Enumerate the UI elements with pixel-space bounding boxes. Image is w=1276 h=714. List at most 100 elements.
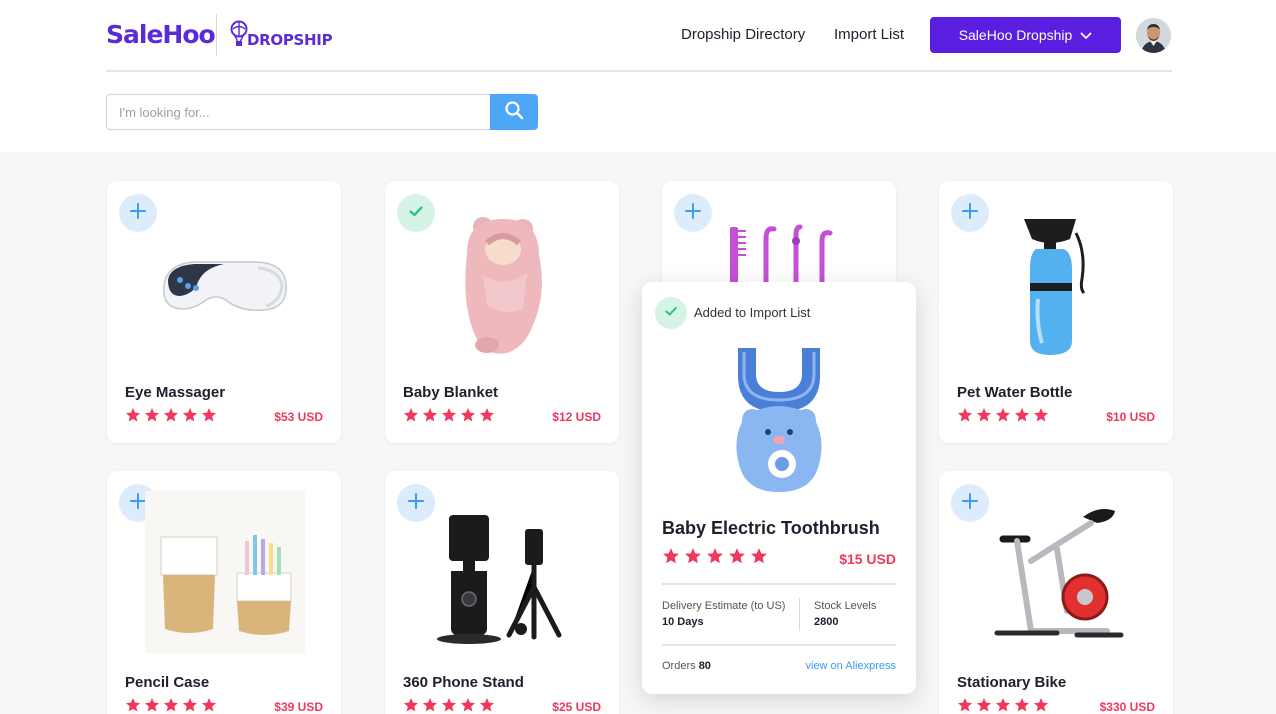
pet-water-bottle-image[interactable] <box>969 211 1143 361</box>
star-icon <box>125 697 141 714</box>
popup-product-price: $15 USD <box>839 551 896 567</box>
product-rating <box>125 407 217 428</box>
product-name[interactable]: Eye Massager <box>125 384 225 401</box>
star-icon <box>976 407 992 428</box>
product-rating <box>403 697 495 714</box>
toothbrush-heads-image[interactable] <box>726 221 846 294</box>
product-price: $330 USD <box>1099 700 1155 714</box>
star-icon <box>144 697 160 714</box>
add-to-import-button[interactable] <box>951 484 989 522</box>
delivery-estimate-label: Delivery Estimate (to US) <box>662 600 786 612</box>
orders-count: Orders 80 <box>662 660 711 672</box>
toothbrush-image[interactable] <box>724 342 834 498</box>
star-icon <box>403 407 419 428</box>
star-icon <box>163 407 179 428</box>
popup-divider <box>662 644 896 646</box>
star-icon <box>182 697 198 714</box>
star-icon <box>125 407 141 428</box>
nav-dropship-directory[interactable]: Dropship Directory <box>681 26 805 43</box>
product-price: $10 USD <box>1106 410 1155 424</box>
product-name[interactable]: Baby Blanket <box>403 384 498 401</box>
star-icon <box>479 697 495 714</box>
baby-blanket-image[interactable] <box>415 211 589 361</box>
product-card[interactable]: Pet Water Bottle $10 USD <box>939 181 1173 443</box>
popup-divider <box>662 583 896 585</box>
star-icon <box>1014 697 1030 714</box>
star-icon <box>479 407 495 428</box>
nav-import-list[interactable]: Import List <box>834 26 904 43</box>
star-icon <box>441 407 457 428</box>
balloon-icon <box>229 20 249 52</box>
star-icon <box>1033 697 1049 714</box>
product-grid: Eye Massager $53 USD Baby Blanket $12 US… <box>0 152 1276 714</box>
eye-massager-image[interactable] <box>137 211 311 361</box>
product-card[interactable]: 360 Phone Stand $25 USD <box>385 471 619 714</box>
star-icon <box>957 697 973 714</box>
star-icon <box>684 547 702 570</box>
plus-icon <box>962 492 978 514</box>
star-icon <box>422 407 438 428</box>
star-icon <box>441 697 457 714</box>
product-name[interactable]: Stationary Bike <box>957 674 1066 691</box>
product-price: $25 USD <box>552 700 601 714</box>
product-card[interactable]: Baby Blanket $12 USD <box>385 181 619 443</box>
product-price: $39 USD <box>274 700 323 714</box>
product-detail-popup[interactable]: Added to Import List Baby Electric Tooth… <box>642 282 916 694</box>
star-icon <box>422 697 438 714</box>
added-check-badge <box>655 297 687 329</box>
star-icon <box>728 547 746 570</box>
account-dropdown-button[interactable]: SaleHoo Dropship <box>930 17 1121 53</box>
star-icon <box>460 407 476 428</box>
product-rating <box>403 407 495 428</box>
product-price: $12 USD <box>552 410 601 424</box>
star-icon <box>201 407 217 428</box>
star-icon <box>995 697 1011 714</box>
product-name[interactable]: Pencil Case <box>125 674 209 691</box>
added-to-import-label: Added to Import List <box>694 305 811 320</box>
star-icon <box>995 407 1011 428</box>
product-card[interactable]: Pencil Case $39 USD <box>107 471 341 714</box>
delivery-estimate-value: 10 Days <box>662 616 704 628</box>
star-icon <box>201 697 217 714</box>
dropship-logo[interactable]: DROPSHIP <box>229 18 333 52</box>
search-bar <box>106 94 538 130</box>
product-rating <box>125 697 217 714</box>
header: SaleHoo DROPSHIP Dropship Directory Impo… <box>0 0 1276 152</box>
search-input[interactable] <box>106 94 491 130</box>
star-icon <box>1033 407 1049 428</box>
product-rating <box>957 697 1049 714</box>
star-icon <box>403 697 419 714</box>
product-price: $53 USD <box>274 410 323 424</box>
stock-levels-label: Stock Levels <box>814 600 877 612</box>
search-button[interactable] <box>490 94 538 130</box>
star-icon <box>976 697 992 714</box>
account-dropdown-label: SaleHoo Dropship <box>958 27 1073 43</box>
star-icon <box>163 697 179 714</box>
star-icon <box>182 407 198 428</box>
star-icon <box>662 547 680 570</box>
phone-stand-image[interactable] <box>429 509 569 649</box>
stationary-bike-image[interactable] <box>987 501 1127 641</box>
dropship-logo-text: DROPSHIP <box>247 31 333 49</box>
star-icon <box>750 547 768 570</box>
star-icon <box>144 407 160 428</box>
product-card[interactable]: Stationary Bike $330 USD <box>939 471 1173 714</box>
product-name[interactable]: Pet Water Bottle <box>957 384 1072 401</box>
product-card[interactable]: Eye Massager $53 USD <box>107 181 341 443</box>
pencil-case-image[interactable] <box>145 491 305 653</box>
salehoo-logo[interactable]: SaleHoo <box>106 20 216 49</box>
check-icon <box>664 304 678 323</box>
popup-product-name: Baby Electric Toothbrush <box>662 518 880 538</box>
star-icon <box>1014 407 1030 428</box>
orders-label: Orders <box>662 660 699 672</box>
star-icon <box>957 407 973 428</box>
orders-value: 80 <box>698 660 711 672</box>
product-name[interactable]: 360 Phone Stand <box>403 674 524 691</box>
star-icon <box>460 697 476 714</box>
add-to-import-button[interactable] <box>674 194 712 232</box>
view-on-aliexpress-link[interactable]: view on Aliexpress <box>806 660 897 672</box>
header-divider <box>106 70 1172 72</box>
user-avatar[interactable] <box>1136 18 1171 53</box>
plus-icon <box>685 202 701 224</box>
logo-divider <box>216 14 217 56</box>
